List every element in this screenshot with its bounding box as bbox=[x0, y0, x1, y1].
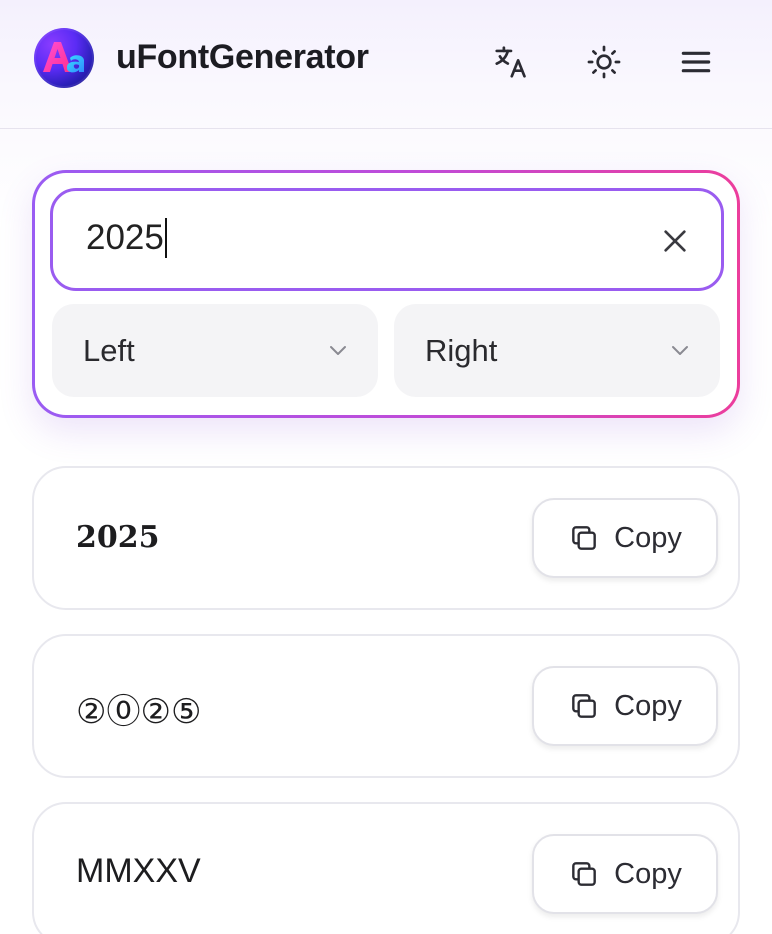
copy-icon bbox=[572, 694, 597, 718]
translate-button[interactable] bbox=[491, 42, 531, 82]
page: uFontGenerator 2025 Left Right 2025 Copy… bbox=[0, 0, 772, 934]
chevron-down-icon bbox=[672, 346, 688, 355]
translate-icon bbox=[495, 46, 526, 78]
app-title: uFontGenerator bbox=[116, 38, 369, 76]
result-card: 2025 Copy bbox=[32, 466, 740, 610]
result-text: 2025 bbox=[76, 520, 160, 555]
copy-icon bbox=[572, 526, 597, 550]
result-card: MMXXV Copy bbox=[32, 802, 740, 934]
copy-icon bbox=[572, 862, 597, 886]
copy-label: Copy bbox=[614, 689, 682, 722]
app-logo[interactable] bbox=[34, 28, 94, 88]
menu-icon bbox=[681, 51, 711, 73]
result-card: ②⓪②⑤ Copy bbox=[32, 634, 740, 778]
left-decoration-select[interactable]: Left bbox=[52, 304, 378, 397]
text-input[interactable]: 2025 bbox=[50, 188, 724, 291]
aa-logo-icon bbox=[43, 42, 84, 73]
text-caret bbox=[164, 218, 167, 258]
close-icon bbox=[664, 230, 686, 252]
copy-label: Copy bbox=[614, 521, 682, 554]
copy-label: Copy bbox=[614, 857, 682, 890]
copy-button[interactable]: Copy bbox=[532, 498, 718, 578]
clear-button[interactable] bbox=[653, 219, 697, 263]
menu-button[interactable] bbox=[676, 42, 716, 82]
copy-button[interactable]: Copy bbox=[532, 834, 718, 914]
text-input-value[interactable]: 2025 bbox=[86, 218, 167, 258]
result-text: MMXXV bbox=[76, 852, 201, 890]
result-text: ②⓪②⑤ bbox=[76, 693, 202, 731]
app-header: uFontGenerator bbox=[0, 0, 772, 129]
right-decoration-select[interactable]: Right bbox=[394, 304, 720, 397]
input-panel: 2025 Left Right bbox=[32, 170, 740, 418]
sun-icon bbox=[587, 45, 621, 79]
right-select-value: Right bbox=[425, 333, 498, 368]
chevron-down-icon bbox=[330, 346, 346, 355]
input-panel-inner: 2025 Left Right bbox=[35, 173, 737, 415]
theme-toggle-button[interactable] bbox=[584, 42, 624, 82]
left-select-value: Left bbox=[83, 333, 135, 368]
copy-button[interactable]: Copy bbox=[532, 666, 718, 746]
text-input-text: 2025 bbox=[86, 218, 164, 257]
